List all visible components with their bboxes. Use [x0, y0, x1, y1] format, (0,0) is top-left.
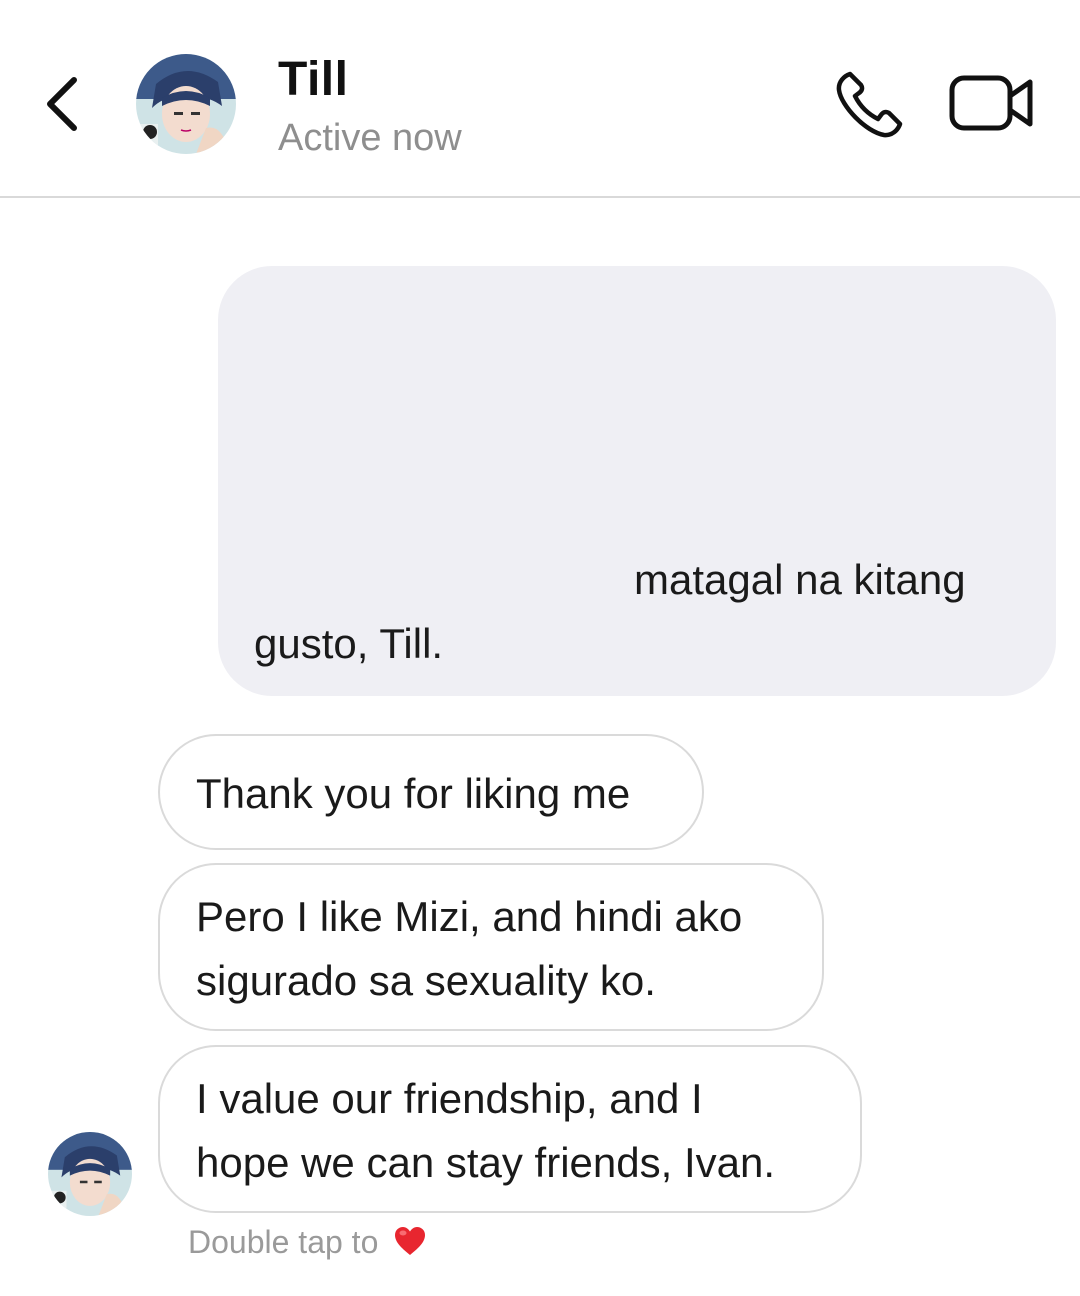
double-tap-hint: Double tap to: [188, 1222, 427, 1262]
outgoing-message-bubble[interactable]: matagal na kitang gusto, Till.: [218, 266, 1056, 696]
avatar[interactable]: [136, 54, 236, 154]
incoming-message-bubble[interactable]: Pero I like Mizi, and hindi ako sigurado…: [158, 863, 824, 1031]
chevron-left-icon: [47, 77, 77, 131]
active-status: Active now: [278, 117, 462, 159]
hint-text: Double tap to: [188, 1224, 379, 1260]
incoming-message-bubble[interactable]: Thank you for liking me: [158, 734, 704, 850]
profile-picture: [136, 54, 236, 154]
contact-name[interactable]: Till: [278, 52, 348, 108]
chat-header: Till Active now: [0, 0, 1080, 198]
phone-icon: [836, 71, 903, 138]
sender-avatar[interactable]: [48, 1132, 132, 1216]
video-call-button[interactable]: [948, 72, 1036, 134]
message-text: Pero I like Mizi, and hindi ako: [196, 893, 743, 940]
voice-call-button[interactable]: [832, 68, 906, 142]
back-button[interactable]: [36, 70, 92, 138]
message-text: matagal na kitang gusto, Till.: [254, 556, 966, 667]
heart-icon: [393, 1225, 427, 1257]
message-text: Thank you for liking me: [196, 770, 631, 817]
message-text: sigurado sa sexuality ko.: [196, 957, 656, 1004]
video-camera-icon: [949, 75, 1033, 131]
message-text: hope we can stay friends, Ivan.: [196, 1139, 775, 1186]
profile-picture: [48, 1132, 132, 1216]
message-text: I value our friendship, and I: [196, 1075, 703, 1122]
incoming-message-bubble[interactable]: I value our friendship, and I hope we ca…: [158, 1045, 862, 1213]
